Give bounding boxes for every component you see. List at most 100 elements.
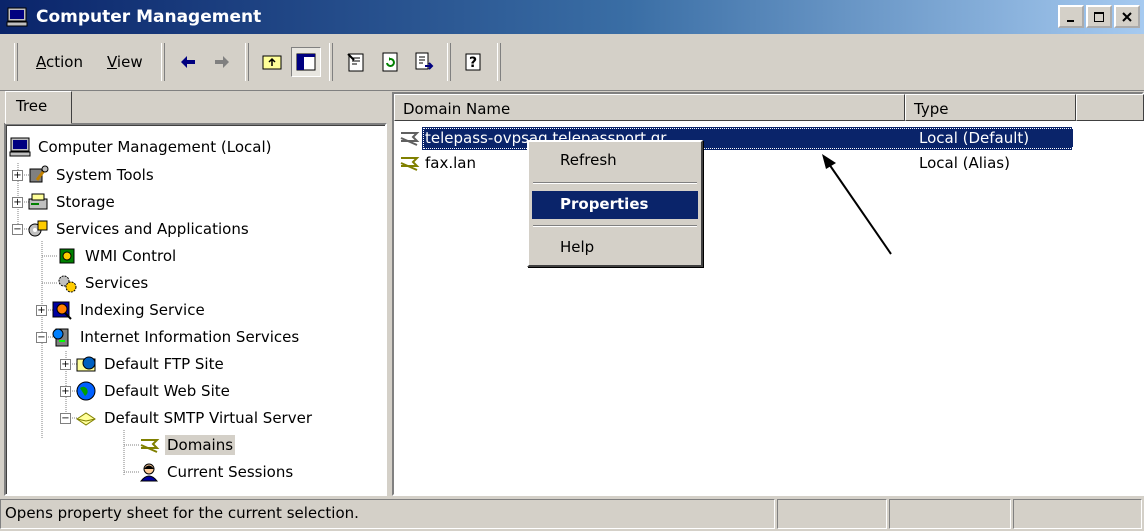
collapse-icon[interactable]: −: [12, 223, 23, 235]
tree-label: Computer Management (Local): [38, 138, 272, 156]
status-text: Opens property sheet for the current sel…: [0, 499, 775, 529]
minimize-button[interactable]: [1058, 5, 1084, 28]
up-one-level-button[interactable]: [257, 47, 287, 77]
toolbar-grip[interactable]: [14, 43, 18, 81]
tree-item-default-ftp-site[interactable]: + Default FTP Site: [60, 351, 226, 377]
toolbar-grip[interactable]: [496, 43, 501, 81]
tree-label: Services: [85, 274, 149, 292]
tree-item-storage[interactable]: + Storage: [12, 189, 117, 215]
tree-label: Indexing Service: [80, 301, 205, 319]
tree-item-computer-management[interactable]: Computer Management (Local): [9, 134, 274, 160]
list-row-fax[interactable]: fax.lan Local (Alias): [398, 151, 1073, 175]
iis-server-icon: [52, 328, 69, 347]
user-session-icon: [139, 463, 159, 482]
column-header-empty[interactable]: [1076, 94, 1144, 121]
globe-icon: [76, 381, 96, 401]
context-menu-label: Refresh: [560, 151, 617, 169]
column-header-label: Domain Name: [403, 100, 511, 118]
close-icon: [1122, 11, 1132, 22]
menu-action[interactable]: Action: [24, 49, 95, 75]
tree-label: Services and Applications: [56, 220, 249, 238]
list-row-telepass[interactable]: telepass-ovpsag.telepassport.gr Local (D…: [398, 126, 1073, 150]
help-button[interactable]: ?: [459, 47, 489, 77]
minimize-icon: [1067, 19, 1074, 22]
tree-label: Domains: [165, 435, 236, 455]
tree-label: WMI Control: [85, 247, 177, 265]
toolbar-separator: [244, 43, 249, 81]
close-button[interactable]: [1114, 5, 1140, 28]
tree-item-system-tools[interactable]: + System Tools: [12, 162, 156, 188]
properties-icon: [346, 53, 364, 72]
gears-icon: [58, 275, 77, 293]
tree-item-current-sessions[interactable]: Current Sessions: [138, 459, 295, 485]
tree-pane-icon: [296, 53, 316, 71]
status-pane: [777, 499, 887, 529]
tree-pane[interactable]: Computer Management (Local) + System Too…: [4, 123, 387, 496]
expand-icon[interactable]: +: [12, 169, 23, 181]
tree-item-domains[interactable]: Domains: [138, 432, 236, 458]
tree-item-indexing-service[interactable]: + Indexing Service: [36, 297, 207, 323]
services-applications-icon: [28, 220, 48, 237]
tree-label: Default FTP Site: [104, 355, 224, 373]
tree-label: Default Web Site: [104, 382, 230, 400]
export-list-icon: [415, 52, 434, 70]
status-pane: [1013, 499, 1142, 529]
svg-text:?: ?: [469, 55, 477, 71]
refresh-icon: [382, 52, 398, 72]
maximize-icon: [1094, 11, 1104, 22]
tree-label: Internet Information Services: [80, 328, 300, 346]
tab-tree[interactable]: Tree: [5, 91, 72, 124]
menu-view[interactable]: View: [95, 49, 155, 75]
context-menu-refresh[interactable]: Refresh: [532, 147, 698, 175]
domain-icon: [400, 157, 420, 171]
domains-icon: [140, 439, 160, 453]
results-pane[interactable]: Domain Name Type telepass-ovpsag.telepas…: [392, 92, 1144, 496]
forward-button[interactable]: [207, 47, 237, 77]
window-title: Computer Management: [36, 7, 262, 27]
domain-type-cell: Local (Alias): [919, 154, 1010, 172]
wmi-control-icon: [59, 248, 75, 264]
tree-item-default-smtp-virtual-server[interactable]: − Default SMTP Virtual Server: [60, 405, 314, 431]
refresh-button[interactable]: [375, 47, 405, 77]
tree-label: System Tools: [56, 166, 154, 184]
tree-label: Storage: [56, 193, 115, 211]
tree-item-wmi-control[interactable]: WMI Control: [56, 243, 178, 269]
storage-icon: [28, 193, 48, 210]
collapse-icon[interactable]: −: [36, 331, 47, 343]
indexing-service-icon: [52, 301, 72, 320]
domain-icon: [400, 132, 420, 146]
context-menu-properties[interactable]: Properties: [532, 191, 698, 219]
column-header-type[interactable]: Type: [905, 94, 1076, 121]
expand-icon[interactable]: +: [60, 385, 71, 397]
forward-arrow-icon: [214, 56, 229, 68]
tab-tree-label: Tree: [16, 97, 48, 115]
tree-item-internet-information-services[interactable]: − Internet Information Services: [36, 324, 301, 350]
export-list-button[interactable]: [409, 47, 439, 77]
context-menu-label: Help: [560, 238, 595, 256]
toolbar-separator: [446, 43, 451, 81]
tree-item-default-web-site[interactable]: + Default Web Site: [60, 378, 232, 404]
expand-icon[interactable]: +: [12, 196, 23, 208]
menu-action-label: Action: [36, 53, 83, 71]
column-header-domain-name[interactable]: Domain Name: [394, 94, 905, 121]
title-bar[interactable]: Computer Management: [0, 0, 1144, 34]
maximize-button[interactable]: [1086, 5, 1112, 28]
toolbar: Action View ?: [0, 34, 1144, 91]
show-hide-tree-button[interactable]: [290, 47, 321, 77]
context-menu-help[interactable]: Help: [532, 234, 698, 262]
context-menu-separator: [533, 225, 697, 227]
back-button[interactable]: [173, 47, 203, 77]
smtp-envelope-icon: [76, 412, 96, 426]
properties-button[interactable]: [341, 47, 371, 77]
tree-item-services[interactable]: Services: [56, 270, 150, 296]
context-menu: Refresh Properties Help: [527, 140, 703, 267]
context-menu-label: Properties: [560, 195, 649, 213]
status-pane: [889, 499, 1011, 529]
computer-icon: [9, 137, 31, 157]
tree-item-services-and-applications[interactable]: − Services and Applications: [12, 216, 251, 242]
expand-icon[interactable]: +: [36, 304, 47, 316]
collapse-icon[interactable]: −: [60, 412, 71, 424]
computer-icon: [6, 7, 28, 27]
toolbar-grip[interactable]: [160, 43, 165, 81]
expand-icon[interactable]: +: [60, 358, 71, 370]
